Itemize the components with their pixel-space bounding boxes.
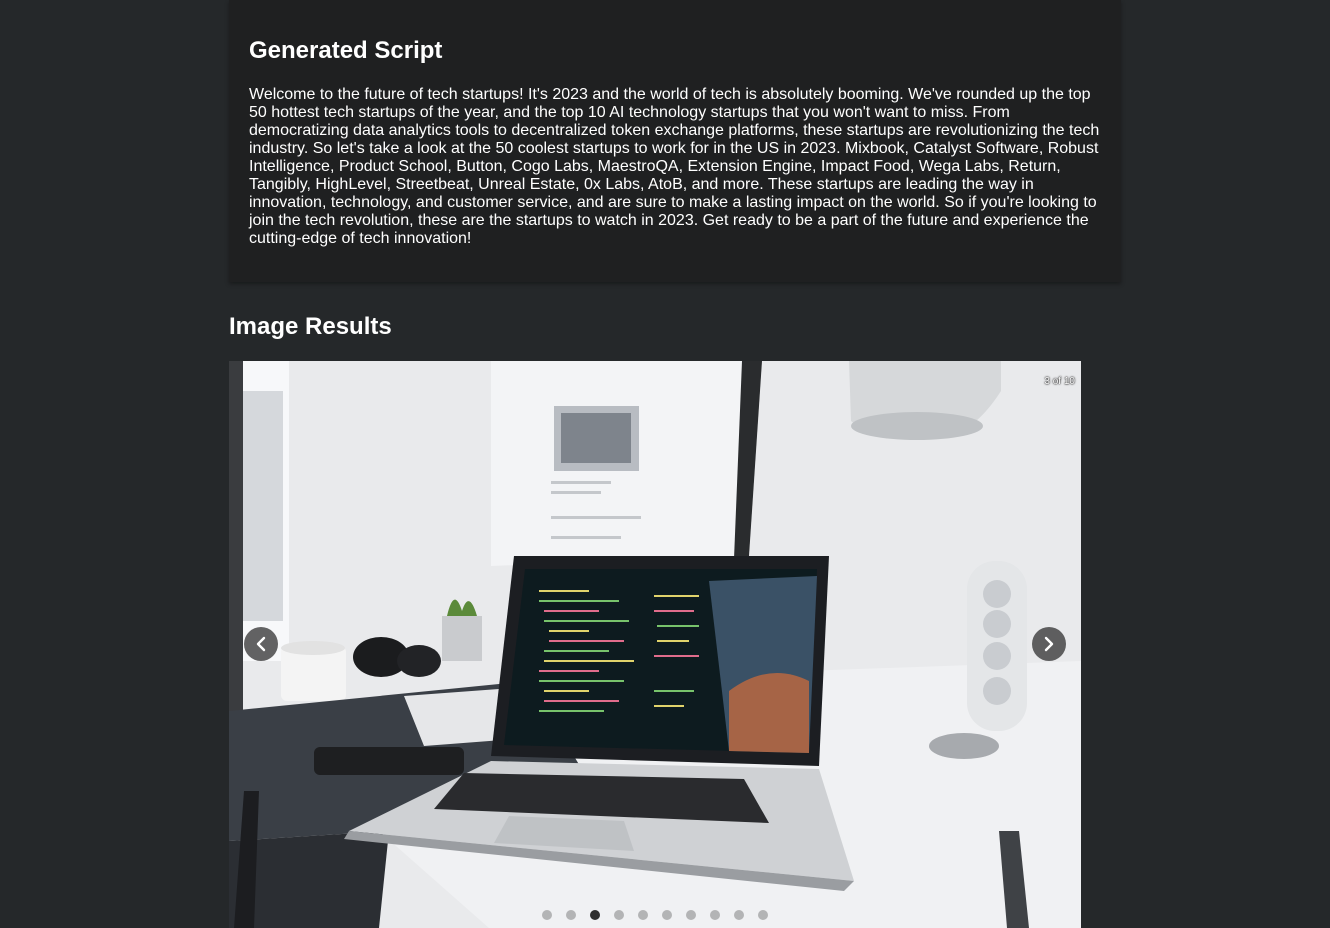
image-carousel[interactable]: 3 of 10 bbox=[229, 361, 1081, 928]
carousel-dot[interactable] bbox=[734, 910, 744, 920]
carousel-dot[interactable] bbox=[590, 910, 600, 920]
carousel-dot[interactable] bbox=[686, 910, 696, 920]
generated-script-card: Generated Script Welcome to the future o… bbox=[229, 0, 1121, 282]
previous-image-button[interactable] bbox=[244, 627, 278, 661]
generated-script-body: Welcome to the future of tech startups! … bbox=[249, 86, 1100, 247]
carousel-image bbox=[229, 361, 1081, 928]
image-results-title: Image Results bbox=[229, 313, 392, 340]
carousel-dot[interactable] bbox=[566, 910, 576, 920]
chevron-left-icon bbox=[256, 636, 266, 652]
image-counter: 3 of 10 bbox=[1044, 376, 1075, 387]
carousel-dot[interactable] bbox=[710, 910, 720, 920]
carousel-dot[interactable] bbox=[758, 910, 768, 920]
carousel-pagination bbox=[229, 910, 1081, 920]
carousel-dot[interactable] bbox=[542, 910, 552, 920]
next-image-button[interactable] bbox=[1032, 627, 1066, 661]
generated-script-title: Generated Script bbox=[249, 37, 443, 64]
carousel-dot[interactable] bbox=[638, 910, 648, 920]
chevron-right-icon bbox=[1044, 636, 1054, 652]
carousel-dot[interactable] bbox=[662, 910, 672, 920]
carousel-dot[interactable] bbox=[614, 910, 624, 920]
